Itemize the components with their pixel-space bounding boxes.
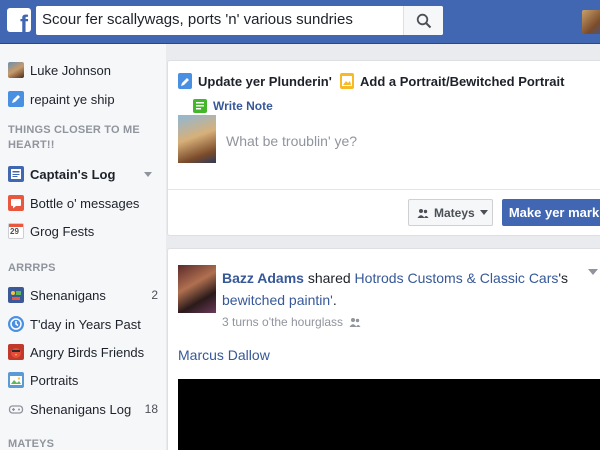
photos-icon bbox=[8, 372, 24, 388]
profile-photo-icon bbox=[8, 62, 24, 78]
tab-update-status[interactable]: Update yer Plunderin' bbox=[178, 73, 332, 89]
calendar-icon: 29 bbox=[8, 223, 24, 239]
story-author-avatar[interactable] bbox=[178, 265, 216, 313]
write-note-link[interactable]: Write Note bbox=[193, 99, 273, 113]
sidebar-profile[interactable]: Luke Johnson bbox=[8, 59, 158, 81]
facebook-logo-icon[interactable]: f bbox=[7, 8, 31, 32]
tab-add-photo[interactable]: Add a Portrait/Bewitched Portrait bbox=[340, 73, 564, 89]
sidebar-item-shenanigans[interactable]: Shenanigans 2 bbox=[8, 284, 158, 306]
note-icon bbox=[193, 99, 207, 113]
chevron-down-icon[interactable] bbox=[144, 172, 152, 177]
status-input[interactable]: What be troublin' ye? bbox=[226, 133, 357, 149]
games-icon bbox=[8, 287, 24, 303]
story-media[interactable] bbox=[178, 379, 600, 450]
feed-story: Bazz Adams shared Hotrods Customs & Clas… bbox=[167, 248, 600, 450]
chevron-down-icon bbox=[479, 210, 488, 215]
shared-post-author-link[interactable]: Marcus Dallow bbox=[178, 347, 270, 363]
sidebar-item-angry-birds[interactable]: Angry Birds Friends bbox=[8, 341, 158, 363]
sidebar-section-apps: ARRRPS bbox=[8, 262, 56, 274]
messages-icon bbox=[8, 195, 24, 211]
sidebar-item-portraits[interactable]: Portraits bbox=[8, 369, 158, 391]
search-icon bbox=[416, 13, 432, 29]
angry-birds-icon bbox=[8, 344, 24, 360]
story-page-link[interactable]: Hotrods Customs & Classic Cars bbox=[355, 270, 559, 286]
composer-avatar bbox=[178, 115, 216, 163]
sidebar-edit-profile[interactable]: repaint ye ship bbox=[8, 88, 158, 110]
pencil-icon bbox=[178, 73, 192, 89]
friends-icon bbox=[349, 317, 361, 327]
gamepad-icon bbox=[8, 401, 24, 417]
news-feed-icon bbox=[8, 166, 24, 182]
sidebar-item-captains-log[interactable]: Captain's Log bbox=[8, 163, 158, 185]
composer-divider bbox=[168, 189, 600, 190]
story-timestamp[interactable]: 3 turns o'the hourglass bbox=[222, 315, 343, 329]
photo-video-icon bbox=[340, 73, 354, 89]
search-input[interactable]: Scour fer scallywags, ports 'n' various … bbox=[42, 11, 353, 28]
status-composer: Update yer Plunderin' Add a Portrait/Bew… bbox=[167, 60, 600, 236]
sidebar-item-on-this-day[interactable]: T'day in Years Past bbox=[8, 313, 158, 335]
on-this-day-icon bbox=[8, 316, 24, 332]
story-meta: 3 turns o'the hourglass bbox=[222, 315, 361, 329]
sidebar-section-friends: MATEYS bbox=[8, 438, 55, 450]
post-button[interactable]: Make yer mark bbox=[502, 199, 600, 226]
story-header: Bazz Adams shared Hotrods Customs & Clas… bbox=[222, 270, 569, 308]
story-options-chevron-icon[interactable] bbox=[588, 269, 598, 275]
audience-selector-button[interactable]: Mateys bbox=[408, 199, 493, 226]
pencil-icon bbox=[8, 91, 24, 107]
search-button[interactable] bbox=[403, 6, 443, 35]
story-object-link[interactable]: bewitched paintin' bbox=[222, 292, 333, 308]
sidebar-section-favorites: THINGS CLOSER TO ME HEART!! bbox=[8, 124, 140, 151]
sidebar-item-shenanigans-log[interactable]: Shenanigans Log 18 bbox=[8, 398, 158, 420]
left-sidebar: Luke Johnson repaint ye ship THINGS CLOS… bbox=[0, 44, 166, 450]
profile-avatar[interactable] bbox=[582, 10, 600, 34]
story-author-link[interactable]: Bazz Adams bbox=[222, 270, 304, 286]
sidebar-item-events[interactable]: 29 Grog Fests bbox=[8, 220, 158, 242]
friends-icon bbox=[417, 208, 429, 218]
top-bar: f Scour fer scallywags, ports 'n' variou… bbox=[0, 0, 600, 44]
sidebar-item-messages[interactable]: Bottle o' messages bbox=[8, 192, 158, 214]
search-box[interactable]: Scour fer scallywags, ports 'n' various … bbox=[36, 6, 443, 35]
